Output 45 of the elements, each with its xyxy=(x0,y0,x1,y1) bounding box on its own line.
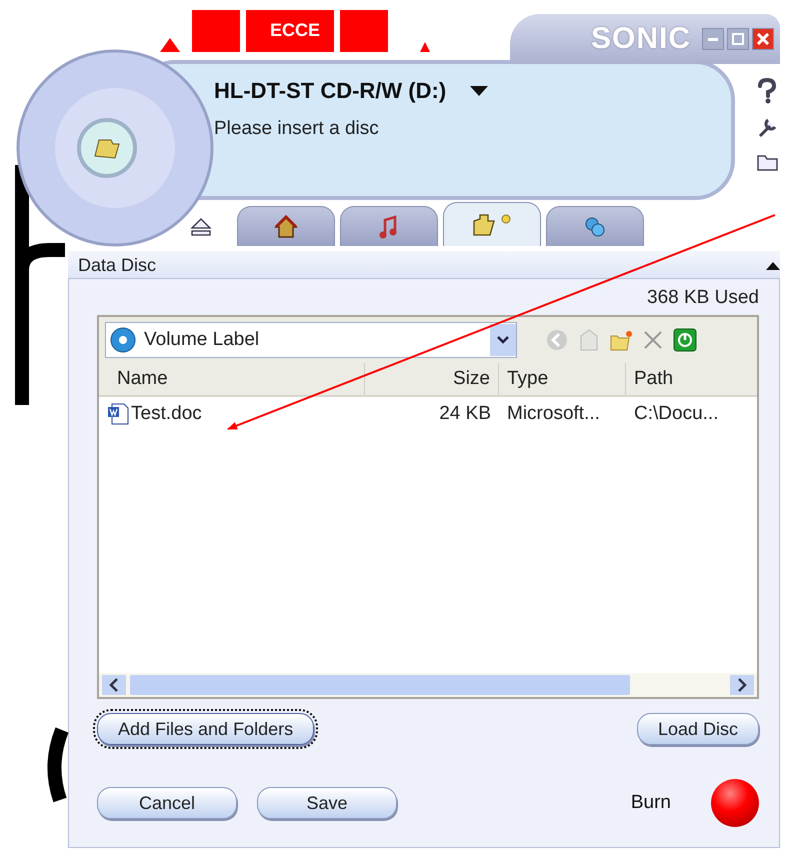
section-title: Data Disc xyxy=(78,255,156,276)
power-icon[interactable] xyxy=(673,328,697,352)
burn-button[interactable] xyxy=(711,779,759,827)
tab[interactable] xyxy=(340,206,438,246)
table-cell-text: Microsoft... xyxy=(506,403,601,425)
brand-text: SONIC xyxy=(590,22,691,56)
burn-label[interactable]: Burn xyxy=(630,792,671,814)
folder-document-icon xyxy=(472,212,512,236)
document-icon xyxy=(107,403,129,425)
drive-name: HL-DT-ST CD-R/W (D:) xyxy=(214,78,446,104)
volume-label-dropdown[interactable]: Volume Label xyxy=(105,322,517,358)
minimize-button[interactable] xyxy=(702,28,724,50)
maximize-button[interactable] xyxy=(727,28,749,50)
tab[interactable] xyxy=(443,202,541,246)
disc-stack-icon xyxy=(583,214,607,238)
dropdown-arrow-icon[interactable] xyxy=(470,86,488,96)
chevron-down-icon xyxy=(497,336,509,344)
close-icon xyxy=(757,33,769,45)
chevron-right-icon xyxy=(737,678,747,692)
chevron-left-icon xyxy=(109,678,119,692)
column-header[interactable]: Type xyxy=(499,363,626,395)
eject-icon[interactable] xyxy=(190,218,212,236)
table-cell-text: 24 KB xyxy=(438,403,492,425)
status-text: Please insert a disc xyxy=(214,118,380,140)
table-cell-text: C:\Docu... xyxy=(633,403,720,425)
horizontal-scrollbar[interactable] xyxy=(99,673,757,697)
column-header[interactable]: Path xyxy=(626,363,757,395)
cd-icon xyxy=(110,327,136,353)
collapse-arrow-icon[interactable] xyxy=(766,262,780,270)
minimize-icon xyxy=(708,38,718,40)
house-icon xyxy=(274,214,298,238)
new-folder-icon[interactable] xyxy=(609,328,633,352)
usage-text: 368 KB Used xyxy=(646,287,759,309)
scrollbar-thumb[interactable] xyxy=(130,675,630,695)
close-button[interactable] xyxy=(752,28,774,50)
wrench-icon[interactable] xyxy=(756,116,778,140)
column-header[interactable]: Name xyxy=(99,363,365,395)
button[interactable]: Save xyxy=(257,787,397,819)
tab[interactable] xyxy=(237,206,335,246)
help-icon[interactable] xyxy=(756,78,778,104)
button[interactable]: Load Disc xyxy=(636,713,759,745)
column-header[interactable]: Size xyxy=(365,363,499,395)
button[interactable]: Cancel xyxy=(97,787,237,819)
maximize-icon xyxy=(732,33,744,45)
table-cell: Test.doc xyxy=(99,403,365,425)
